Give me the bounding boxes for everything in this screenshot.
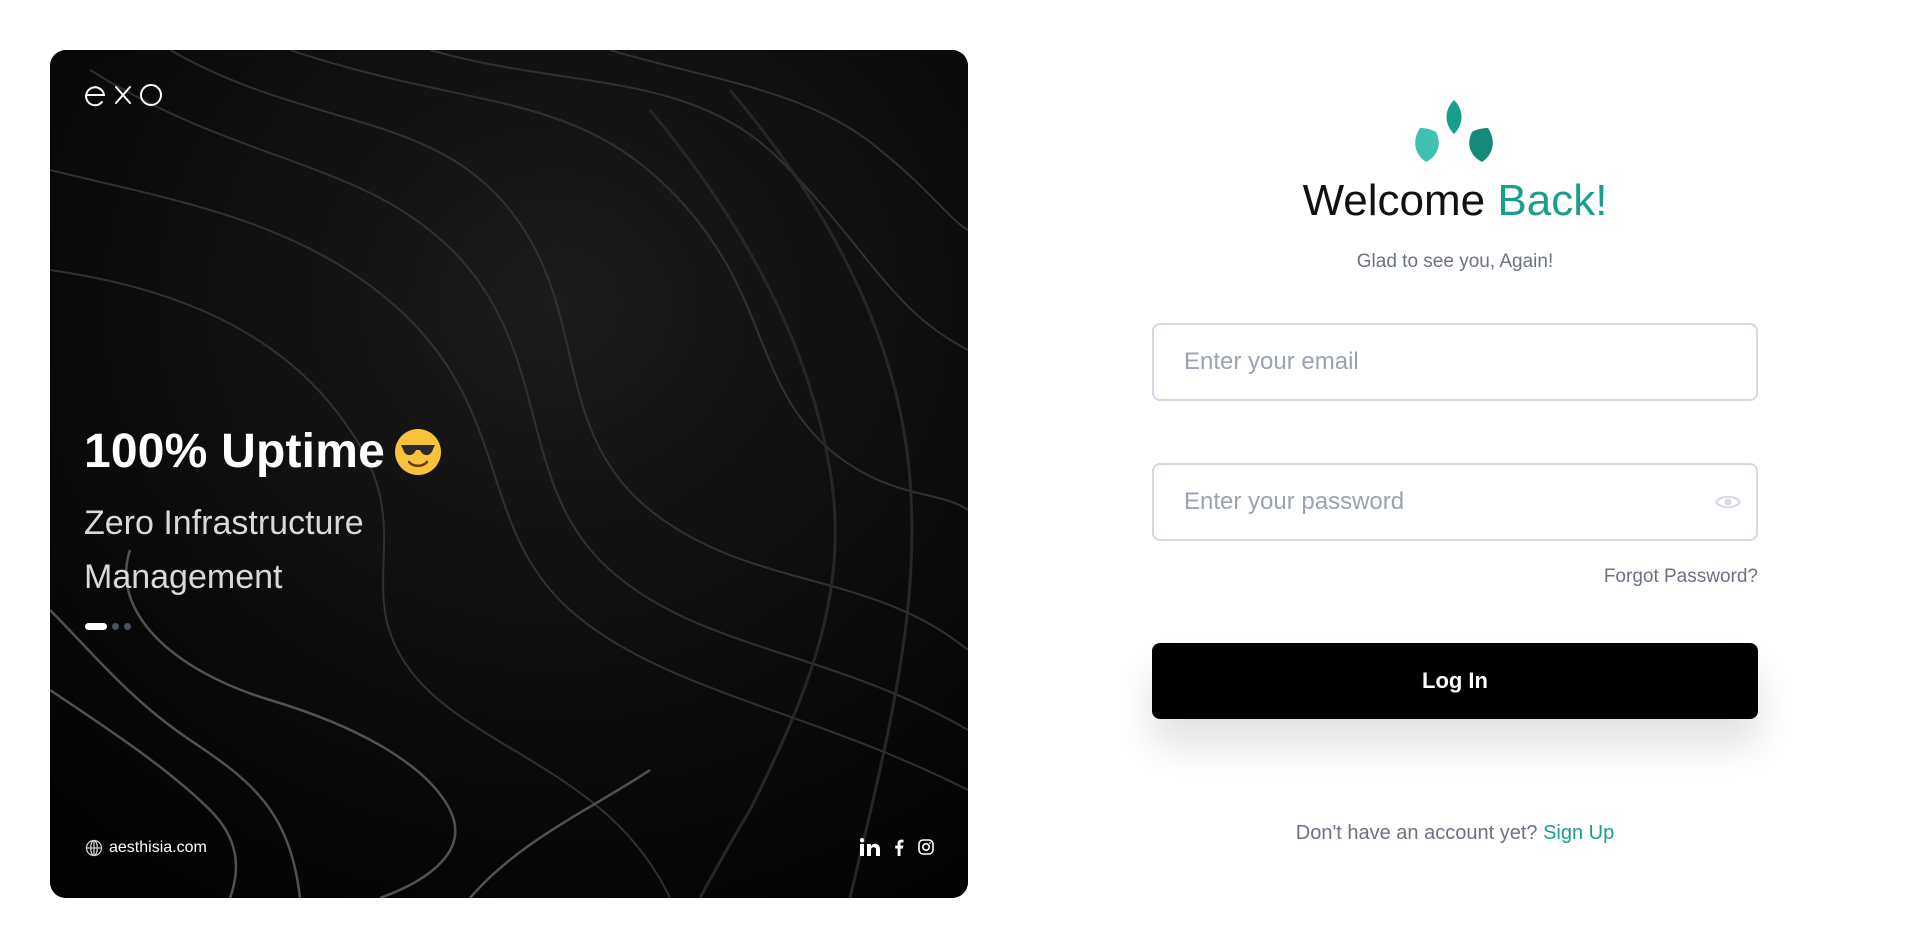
welcome-heading: Welcome Back! [1152, 176, 1758, 226]
signup-prompt-row: Don't have an account yet? Sign Up [1152, 822, 1758, 845]
carousel-indicator [85, 623, 131, 630]
sunglasses-emoji-icon [394, 428, 441, 475]
hero-title: 100% Uptime [84, 425, 385, 478]
facebook-icon[interactable] [894, 839, 904, 856]
password-input[interactable] [1154, 465, 1756, 539]
hero-headline: 100% Uptime [84, 424, 443, 479]
linkedin-icon[interactable] [860, 838, 880, 856]
signup-prompt: Don't have an account yet? [1295, 822, 1538, 844]
leaf-logo-icon [1415, 100, 1493, 162]
hero-panel: 100% Uptime Zero Infrastructure Manageme… [50, 50, 968, 898]
carousel-dot[interactable] [124, 623, 131, 630]
welcome-tagline: Glad to see you, Again! [1356, 251, 1554, 272]
welcome-prefix: Welcome [1302, 176, 1486, 225]
login-panel: Welcome Back! Glad to see you, Again! Fo… [1152, 0, 1758, 941]
exo-logo [85, 84, 162, 107]
carousel-dot[interactable] [112, 623, 119, 630]
signup-link[interactable]: Sign Up [1543, 822, 1614, 844]
email-input[interactable] [1154, 325, 1756, 399]
social-links [860, 838, 934, 856]
welcome-accent: Back! [1497, 176, 1608, 225]
instagram-icon[interactable] [918, 839, 934, 855]
forgot-password-link[interactable]: Forgot Password? [1604, 566, 1758, 588]
login-button[interactable]: Log In [1152, 643, 1758, 719]
password-field-wrapper [1152, 463, 1758, 541]
website-link[interactable]: aesthisia.com [85, 839, 207, 857]
website-label: aesthisia.com [109, 839, 207, 856]
email-field-wrapper [1152, 323, 1758, 401]
show-password-eye-icon[interactable] [1714, 492, 1742, 512]
login-page: 100% Uptime Zero Infrastructure Manageme… [0, 0, 1920, 941]
globe-icon [85, 839, 103, 857]
carousel-dot-active[interactable] [85, 623, 107, 630]
hero-subtitle: Zero Infrastructure Management [84, 504, 364, 596]
